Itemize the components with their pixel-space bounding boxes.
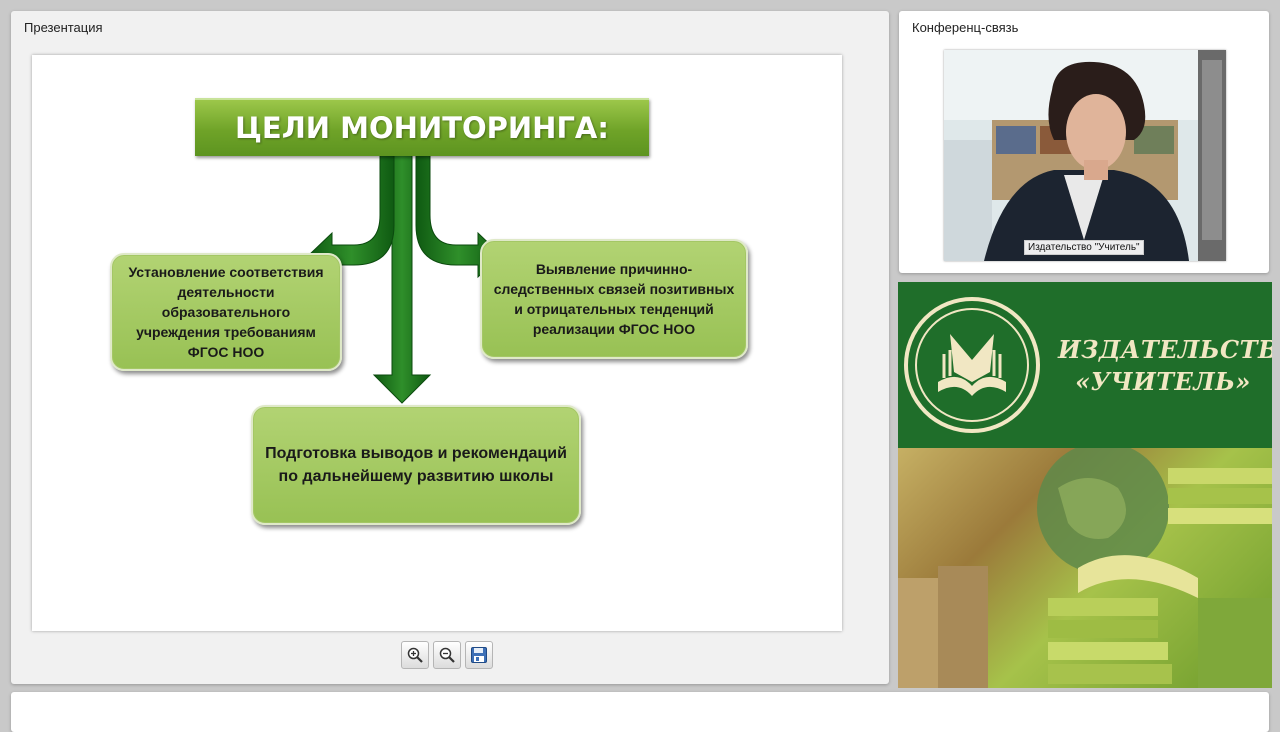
save-button[interactable]: [465, 641, 493, 669]
slide-canvas: ЦЕЛИ МОНИТОРИНГА: Установление соответст…: [32, 55, 842, 631]
goal-box-causal-links: Выявление причинно-следственных связей п…: [480, 239, 748, 359]
books-globe-image: [898, 442, 1272, 688]
goal-box-conclusions: Подготовка выводов и рекомендаций по дал…: [251, 405, 581, 525]
goal-box-compliance: Установление соответствия деятельности о…: [110, 253, 342, 371]
zoom-in-icon: [407, 647, 423, 663]
publisher-name-line2: «УЧИТЕЛЬ»: [1075, 367, 1251, 396]
floppy-disk-icon: [471, 647, 487, 663]
zoom-out-button[interactable]: [433, 641, 461, 669]
publisher-name: ИЗДАТЕЛЬСТВО «УЧИТЕЛЬ»: [1058, 334, 1272, 398]
zoom-in-button[interactable]: [401, 641, 429, 669]
presentation-panel-title: Презентация: [24, 20, 103, 35]
publisher-logo-icon: [904, 297, 1040, 433]
conference-panel-title: Конференц-связь: [912, 20, 1019, 35]
books-globe-illustration: [898, 442, 1272, 688]
conference-panel: Конференц-связь Издательство "Учитель": [899, 11, 1269, 273]
bottom-panel: [11, 692, 1269, 732]
video-caption: Издательство "Учитель": [1024, 240, 1144, 255]
slide-heading: ЦЕЛИ МОНИТОРИНГА:: [195, 98, 649, 156]
publisher-header: ИЗДАТЕЛЬСТВО «УЧИТЕЛЬ»: [898, 282, 1272, 448]
publisher-banner: ИЗДАТЕЛЬСТВО «УЧИТЕЛЬ»: [898, 282, 1272, 688]
speaker-video-frame: [944, 50, 1226, 261]
webcam-video[interactable]: Издательство "Учитель": [944, 50, 1226, 261]
slide-toolbar: [401, 641, 493, 671]
zoom-out-icon: [439, 647, 455, 663]
presentation-panel: Презентация ЦЕЛИ МОНИТОРИНГА: Установлен…: [11, 11, 889, 684]
publisher-name-line1: ИЗДАТЕЛЬСТВО: [1058, 335, 1272, 364]
